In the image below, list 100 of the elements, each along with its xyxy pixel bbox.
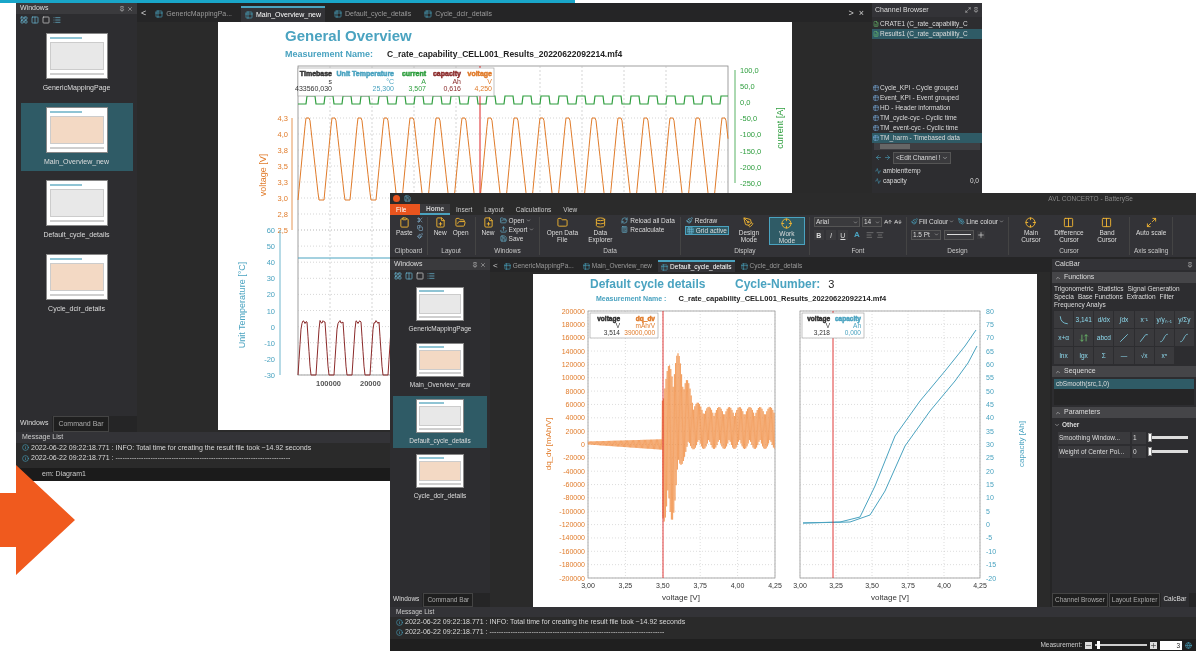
pen-icon xyxy=(743,217,755,228)
close-icon[interactable] xyxy=(480,261,486,268)
caret-icon xyxy=(941,154,948,161)
line-style-preview[interactable] xyxy=(943,229,974,240)
collapse-icon xyxy=(1055,274,1061,281)
pen-icon xyxy=(958,218,966,226)
page-thumbnail xyxy=(45,106,108,153)
back-icon[interactable] xyxy=(875,154,882,162)
function-button[interactable] xyxy=(1134,329,1154,346)
ribbon-icon-button[interactable] xyxy=(416,225,423,231)
list-view-icon[interactable] xyxy=(427,272,435,280)
page-thumbnail xyxy=(45,180,108,226)
caret-icon xyxy=(874,219,880,225)
scroll-left-button[interactable]: < xyxy=(493,260,498,272)
cycle-number-label: Cycle-Number: xyxy=(735,278,821,290)
page-thumbnail xyxy=(416,398,464,433)
scroll-right-button[interactable]: > xyxy=(848,6,854,22)
page-title: General Overview xyxy=(285,28,413,43)
slider-thumb[interactable] xyxy=(1148,433,1152,443)
axis-title: current [A] xyxy=(775,107,785,149)
page-thumbnail xyxy=(416,287,464,321)
forward-icon[interactable] xyxy=(884,154,891,162)
caret-icon xyxy=(998,219,1004,225)
scroll-left-button[interactable]: < xyxy=(141,6,147,22)
thumbnail-view-icon[interactable] xyxy=(20,16,28,24)
page-thumbnail xyxy=(45,253,108,300)
single-view-icon[interactable] xyxy=(416,272,424,280)
collapse-icon xyxy=(1055,368,1061,375)
caret-icon xyxy=(933,232,939,238)
slider-thumb[interactable] xyxy=(1148,447,1152,457)
brush-icon xyxy=(685,217,693,224)
page-thumbnail xyxy=(416,454,464,489)
shrink-font-icon[interactable] xyxy=(893,218,902,226)
folder-icon xyxy=(455,217,467,228)
expand-icon[interactable] xyxy=(965,7,971,13)
caret-icon xyxy=(852,219,858,225)
crosshair-icon xyxy=(781,218,793,229)
file-icon xyxy=(873,21,879,27)
new-file-icon xyxy=(482,217,494,228)
pin-icon[interactable] xyxy=(119,5,125,12)
ribbon-icon-button[interactable] xyxy=(416,217,423,223)
brush-icon xyxy=(416,233,423,239)
pin-icon[interactable] xyxy=(973,7,979,13)
copy-icon xyxy=(416,225,423,231)
close-icon[interactable] xyxy=(127,5,133,12)
ribbon-icon-button[interactable] xyxy=(416,233,423,239)
page-thumbnail xyxy=(416,342,464,377)
table-icon xyxy=(873,85,879,91)
function-button[interactable] xyxy=(1054,311,1074,328)
axis-title: capacity [Ah] xyxy=(1017,421,1026,467)
slider-track[interactable] xyxy=(1148,450,1188,454)
s-curve-icon xyxy=(1179,332,1190,343)
app-logo-icon xyxy=(393,195,400,202)
slider-thumb[interactable] xyxy=(1097,641,1101,649)
list-view-icon[interactable] xyxy=(53,16,61,24)
close-button[interactable]: × xyxy=(858,6,864,22)
minus-icon[interactable] xyxy=(1085,641,1092,649)
axis-title: voltage [V] xyxy=(662,593,700,602)
thumbnail-view-icon[interactable] xyxy=(394,272,402,280)
table-icon xyxy=(873,135,879,141)
export-icon xyxy=(499,226,507,233)
file-icon xyxy=(873,31,879,37)
pin-icon[interactable] xyxy=(472,261,478,268)
axis-title: dq_dv [mAh/V] xyxy=(544,417,553,471)
align-center-icon[interactable] xyxy=(875,231,884,239)
align-left-icon[interactable] xyxy=(865,231,874,239)
function-button[interactable] xyxy=(1174,329,1194,346)
grid-icon xyxy=(686,227,694,234)
function-button[interactable] xyxy=(1114,329,1134,346)
page-thumbnail xyxy=(45,33,108,79)
globe-icon[interactable] xyxy=(1185,641,1192,649)
columns-icon[interactable] xyxy=(31,16,39,24)
columns-icon[interactable] xyxy=(405,272,413,280)
plus-icon[interactable] xyxy=(1150,641,1157,649)
measurement-value: C_rate_capability_CELL001_Results_20220622092214.mf4 xyxy=(387,48,623,61)
s-curve-icon xyxy=(1159,332,1170,343)
folder-icon xyxy=(556,217,568,228)
caret-icon xyxy=(949,219,955,225)
swap-arrows-icon xyxy=(1078,332,1089,343)
axis-title: voltage [V] xyxy=(258,153,268,197)
folder-icon xyxy=(499,217,507,224)
info-icon xyxy=(22,454,29,462)
single-view-icon[interactable] xyxy=(42,16,50,24)
database-icon xyxy=(594,217,606,228)
font-color-button[interactable]: A xyxy=(853,231,860,239)
legend-box xyxy=(801,312,865,339)
scissors-icon xyxy=(416,217,423,223)
grow-font-icon[interactable] xyxy=(883,218,892,226)
function-button[interactable] xyxy=(1154,329,1174,346)
line-icon xyxy=(1119,332,1129,343)
axis-title: Unit Temperature [°C] xyxy=(237,261,247,349)
function-button[interactable] xyxy=(1074,329,1094,346)
columns-icon xyxy=(1101,217,1113,228)
measurement-label: Measurement Name: xyxy=(285,48,374,61)
table-icon xyxy=(873,105,879,111)
brush-icon xyxy=(910,218,918,226)
pin-icon[interactable] xyxy=(1187,261,1193,268)
slider-track[interactable] xyxy=(1148,436,1188,440)
collapse-icon xyxy=(1055,409,1061,416)
columns-icon xyxy=(1063,217,1075,228)
